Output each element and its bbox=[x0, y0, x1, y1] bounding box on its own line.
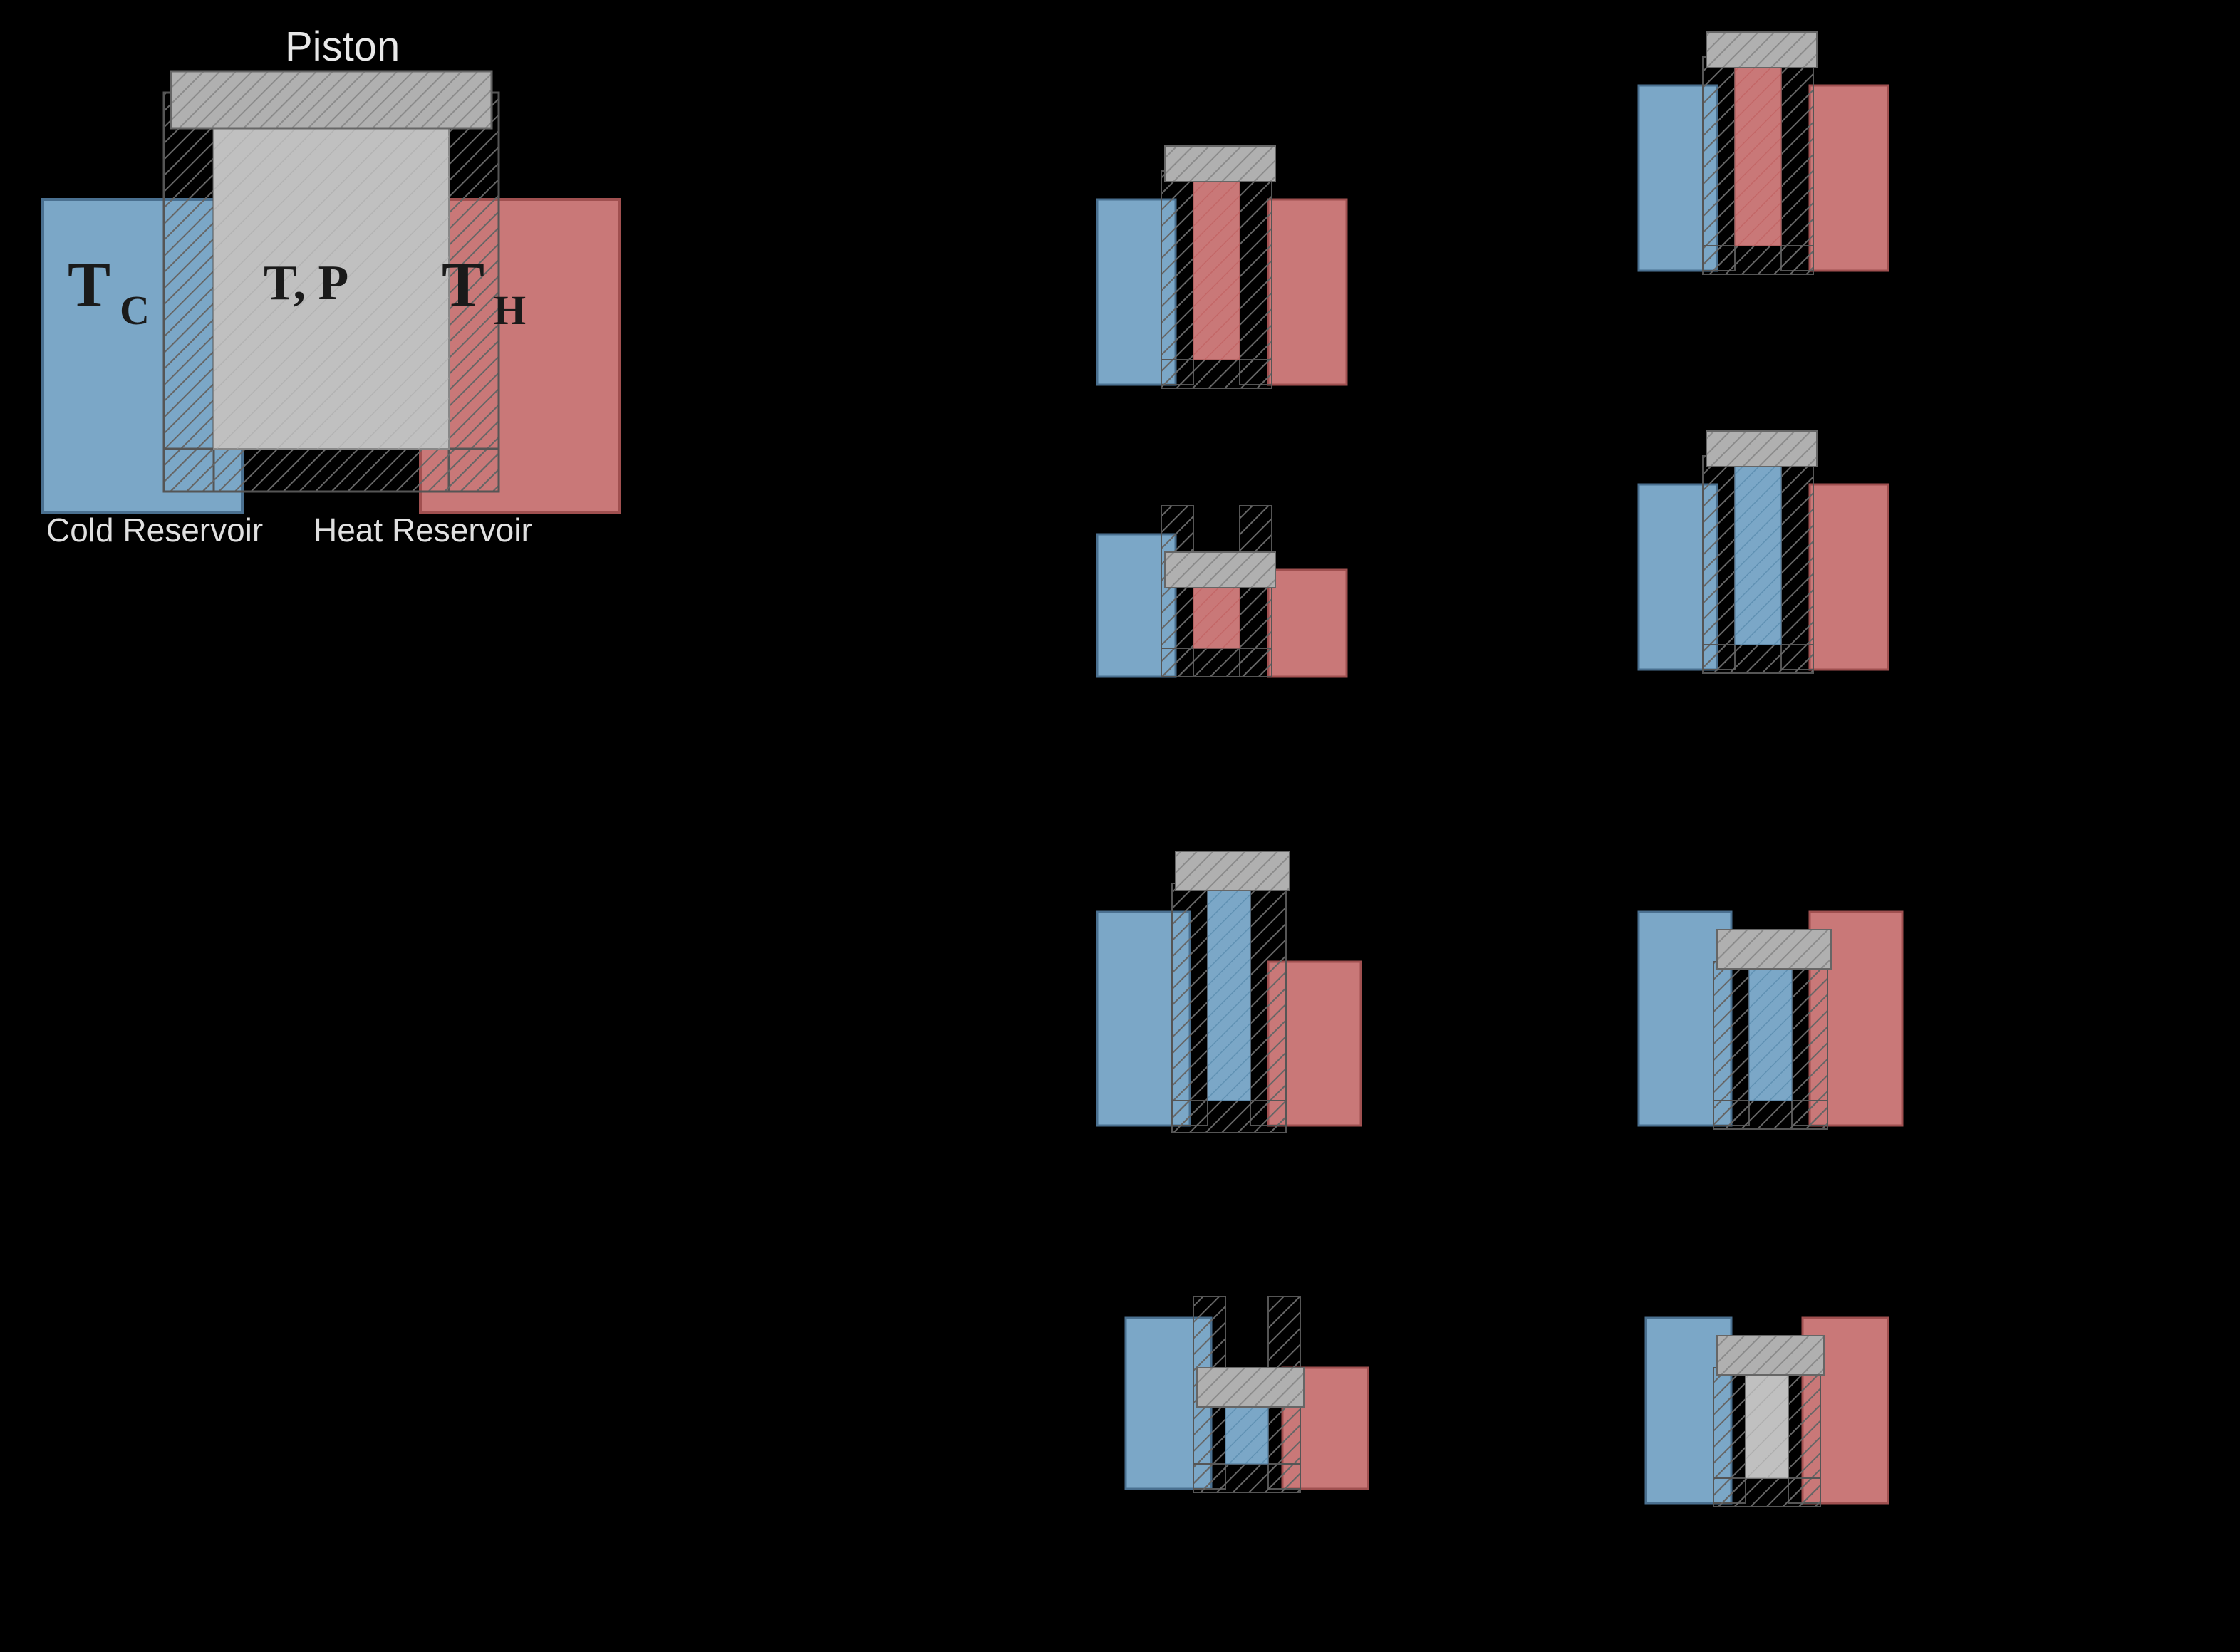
sd5-piston-hatch bbox=[1176, 851, 1290, 890]
sd4-cyl-left bbox=[1703, 456, 1735, 670]
tp-label: T, P bbox=[264, 256, 348, 311]
cylinder-bottom-wall bbox=[164, 449, 499, 492]
sd1-cyl-right bbox=[1240, 171, 1272, 385]
cylinder-left-wall bbox=[164, 93, 214, 492]
sd2-piston-hatch bbox=[1706, 32, 1817, 68]
piston-cap-hatch bbox=[171, 71, 492, 128]
sd4-hot bbox=[1810, 484, 1888, 670]
sd5-cyl-left bbox=[1172, 883, 1208, 1126]
piston-label: Piston bbox=[285, 24, 400, 70]
sd5-gas-hatch bbox=[1208, 883, 1250, 1101]
sd2-hot bbox=[1810, 85, 1888, 271]
sd4-gas-hatch bbox=[1735, 456, 1781, 645]
sd2-cyl-bottom bbox=[1703, 246, 1813, 274]
sd2-gas-hatch bbox=[1735, 57, 1781, 246]
sd7-gas-hatch bbox=[1225, 1403, 1268, 1464]
sd6-cyl-bottom bbox=[1713, 1101, 1827, 1129]
sd1-cyl-left bbox=[1161, 171, 1193, 385]
sd2-cyl-left bbox=[1703, 57, 1735, 271]
sd6-piston-hatch bbox=[1717, 930, 1831, 969]
sd2-cyl-right bbox=[1781, 57, 1813, 271]
sd4-piston-hatch bbox=[1706, 431, 1817, 467]
sd3-gas-hatch bbox=[1193, 584, 1240, 648]
sd8-cyl-bottom bbox=[1713, 1478, 1820, 1507]
th-subscript: H bbox=[494, 287, 526, 333]
sd7-cyl-bottom bbox=[1193, 1464, 1300, 1492]
sd1-gas-hatch bbox=[1193, 171, 1240, 360]
cold-reservoir-label: Cold Reservoir bbox=[46, 511, 263, 549]
tc-label: T bbox=[68, 250, 110, 321]
sd5-cyl-bottom bbox=[1172, 1101, 1286, 1133]
sd3-piston-hatch bbox=[1165, 552, 1275, 588]
sd3-hot bbox=[1268, 570, 1347, 677]
sd1-hot bbox=[1268, 199, 1347, 385]
th-label: T bbox=[442, 250, 484, 321]
sd6-gas-hatch bbox=[1749, 962, 1792, 1101]
sd5-cyl-right bbox=[1250, 883, 1286, 1126]
sd1-cyl-bottom bbox=[1161, 360, 1272, 388]
sd7-piston-hatch bbox=[1197, 1368, 1304, 1407]
tc-subscript: C bbox=[120, 287, 150, 333]
heat-reservoir-label: Heat Reservoir bbox=[313, 511, 532, 549]
sd8-piston-hatch bbox=[1717, 1336, 1824, 1375]
sd4-cyl-bottom bbox=[1703, 645, 1813, 673]
sd4-cyl-right bbox=[1781, 456, 1813, 670]
sd3-cyl-bottom bbox=[1161, 648, 1272, 677]
sd8-gas-hatch bbox=[1746, 1368, 1788, 1478]
sd1-piston-hatch bbox=[1165, 146, 1275, 182]
